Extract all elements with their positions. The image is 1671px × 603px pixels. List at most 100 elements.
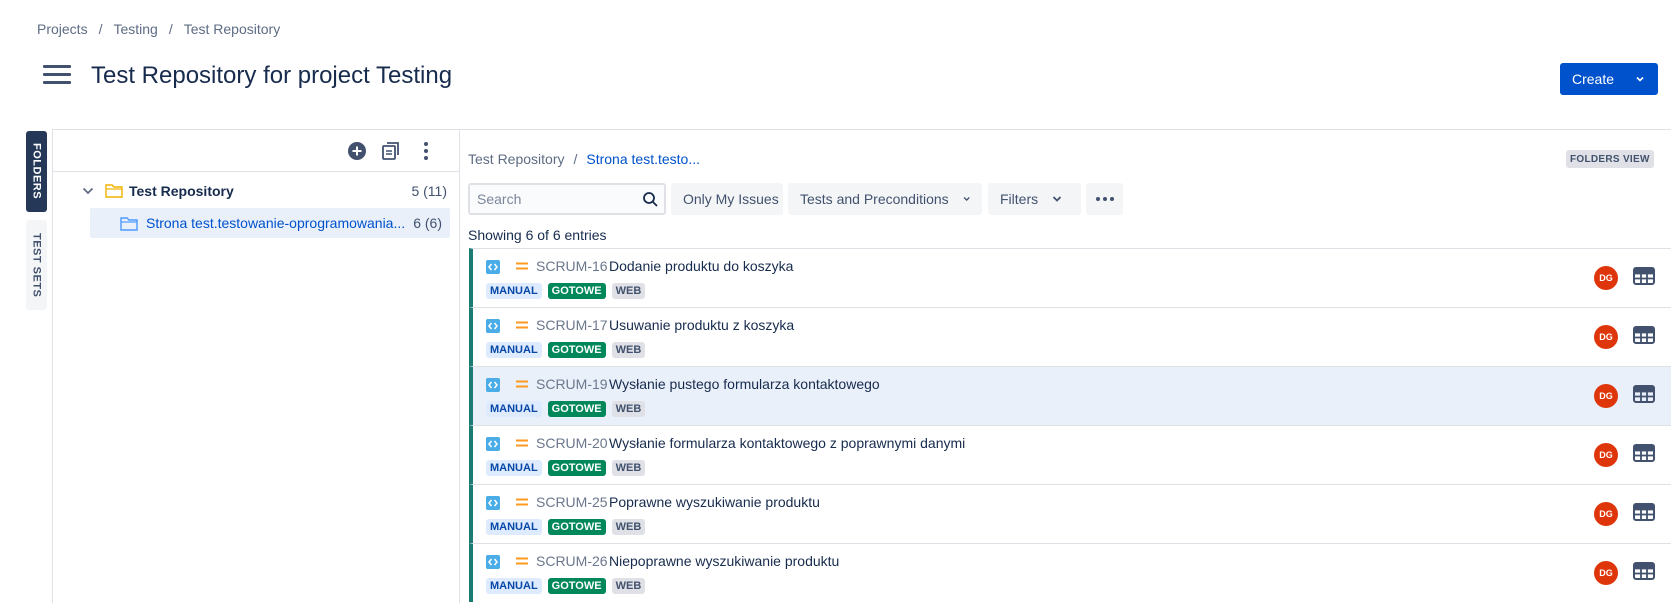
badge-web: WEB (611, 342, 646, 358)
breadcrumb-separator: / (168, 21, 173, 37)
status-badge: GOTOWE (547, 401, 606, 417)
issue-summary[interactable]: Dodanie produktu do koszyka (609, 258, 793, 274)
breadcrumb-projects[interactable]: Projects (37, 21, 88, 37)
folder-toolbar (53, 130, 459, 172)
search-icon[interactable] (642, 191, 659, 208)
table-grid-icon[interactable] (1633, 562, 1655, 580)
badges: MANUAL GOTOWE WEB (486, 401, 646, 417)
table-row[interactable]: SCRUM-25 Poprawne wyszukiwanie produktu MA… (469, 484, 1671, 543)
folder-tree-panel: Test Repository 5 (11) Strona test.testo… (52, 130, 460, 603)
table-grid-icon[interactable] (1633, 385, 1655, 403)
tab-test-sets[interactable]: TEST SETS (26, 220, 47, 310)
page-title: Test Repository for project Testing (91, 62, 453, 89)
breadcrumb-test-repository[interactable]: Test Repository (184, 21, 280, 37)
table-row[interactable]: SCRUM-16 Dodanie produktu do koszyka MANUA… (469, 248, 1671, 307)
status-badge: GOTOWE (547, 342, 606, 358)
issue-key[interactable]: SCRUM-17 (536, 317, 608, 333)
table-row[interactable]: SCRUM-19 Wysłanie pustego formularza kont… (469, 366, 1671, 425)
search-input[interactable] (477, 191, 637, 207)
create-button[interactable]: Create (1560, 63, 1658, 95)
tab-folders-label: FOLDERS (30, 143, 43, 200)
avatar[interactable]: DG (1594, 384, 1618, 408)
issue-key[interactable]: SCRUM-20 (536, 435, 608, 451)
tab-folders[interactable]: FOLDERS (26, 131, 47, 212)
table-grid-icon[interactable] (1633, 326, 1655, 344)
breadcrumb-separator: / (573, 151, 578, 167)
issue-key[interactable]: SCRUM-25 (536, 494, 608, 510)
avatar[interactable]: DG (1594, 266, 1618, 290)
tests-and-preconditions-label: Tests and Preconditions (800, 191, 949, 207)
badge-web: WEB (611, 401, 646, 417)
chevron-down-icon (1052, 196, 1062, 202)
table-grid-icon[interactable] (1633, 503, 1655, 521)
add-folder-icon[interactable] (346, 140, 368, 162)
issue-key[interactable]: SCRUM-26 (536, 553, 608, 569)
avatar[interactable]: DG (1594, 325, 1618, 349)
test-type-icon (486, 319, 500, 333)
issue-summary[interactable]: Poprawne wyszukiwanie produktu (609, 494, 820, 510)
avatar[interactable]: DG (1594, 502, 1618, 526)
badge-web: WEB (611, 460, 646, 476)
badge-manual: MANUAL (486, 578, 542, 594)
search-field[interactable] (468, 183, 666, 215)
issue-key[interactable]: SCRUM-19 (536, 376, 608, 392)
badges: MANUAL GOTOWE WEB (486, 519, 646, 535)
tests-and-preconditions-dropdown[interactable]: Tests and Preconditions (788, 183, 982, 215)
test-list-panel: Test Repository / Strona test.testo... FOL… (461, 130, 1671, 603)
filters-label: Filters (1000, 191, 1039, 207)
priority-medium-icon (516, 439, 528, 447)
tree-item-count: 5 (11) (411, 183, 447, 199)
filters-dropdown[interactable]: Filters (988, 183, 1081, 215)
copy-icon[interactable] (380, 140, 402, 162)
table-row[interactable]: SCRUM-17 Usuwanie produktu z koszyka MANUA… (469, 307, 1671, 366)
issue-key[interactable]: SCRUM-16 (536, 258, 608, 274)
folders-view-badge: FOLDERS VIEW (1566, 150, 1654, 168)
badges: MANUAL GOTOWE WEB (486, 342, 646, 358)
more-vertical-icon[interactable] (415, 140, 437, 162)
badge-web: WEB (611, 578, 646, 594)
table-row[interactable]: SCRUM-26 Niepoprawne wyszukiwanie produkt… (469, 543, 1671, 602)
issue-summary[interactable]: Wysłanie pustego formularza kontaktowego (609, 376, 880, 392)
status-badge: GOTOWE (547, 460, 606, 476)
test-type-icon (486, 555, 500, 569)
folder-icon (105, 184, 123, 198)
priority-medium-icon (516, 321, 528, 329)
tab-test-sets-label: TEST SETS (30, 232, 43, 298)
tree-item-test-repository[interactable]: Test Repository 5 (11) (53, 176, 459, 206)
test-type-icon (486, 496, 500, 510)
table-row[interactable]: SCRUM-20 Wysłanie formularza kontaktowego… (469, 425, 1671, 484)
chevron-down-icon (1636, 76, 1644, 82)
test-type-icon (486, 260, 500, 274)
more-options-button[interactable] (1086, 183, 1123, 215)
badge-manual: MANUAL (486, 283, 542, 299)
tree-item-label: Test Repository (129, 183, 234, 199)
tree-item-strona-folder[interactable]: Strona test.testowanie-oprogramowania...… (90, 208, 450, 238)
issue-summary[interactable]: Niepoprawne wyszukiwanie produktu (609, 553, 839, 569)
avatar[interactable]: DG (1594, 443, 1618, 467)
breadcrumb-testing[interactable]: Testing (113, 21, 157, 37)
table-grid-icon[interactable] (1633, 444, 1655, 462)
only-my-issues-label: Only My Issues (683, 191, 779, 207)
only-my-issues-button[interactable]: Only My Issues (671, 183, 783, 215)
badges: MANUAL GOTOWE WEB (486, 578, 646, 594)
tree-item-label: Strona test.testowanie-oprogramowania... (146, 215, 406, 231)
tree-item-count: 6 (6) (413, 215, 442, 231)
priority-medium-icon (516, 498, 528, 506)
chevron-down-icon[interactable] (82, 186, 94, 196)
priority-medium-icon (516, 380, 528, 388)
entries-count: Showing 6 of 6 entries (468, 227, 607, 243)
avatar[interactable]: DG (1594, 561, 1618, 585)
menu-icon[interactable] (43, 63, 71, 85)
priority-medium-icon (516, 262, 528, 270)
breadcrumb-separator: / (98, 21, 103, 37)
content-breadcrumb-root[interactable]: Test Repository (468, 151, 564, 167)
content-breadcrumb-current[interactable]: Strona test.testo... (586, 151, 700, 167)
badge-manual: MANUAL (486, 460, 542, 476)
table-grid-icon[interactable] (1633, 267, 1655, 285)
priority-medium-icon (516, 557, 528, 565)
issue-summary[interactable]: Wysłanie formularza kontaktowego z popra… (609, 435, 965, 451)
badges: MANUAL GOTOWE WEB (486, 283, 646, 299)
chevron-down-icon (963, 197, 970, 202)
test-type-icon (486, 437, 500, 451)
issue-summary[interactable]: Usuwanie produktu z koszyka (609, 317, 794, 333)
